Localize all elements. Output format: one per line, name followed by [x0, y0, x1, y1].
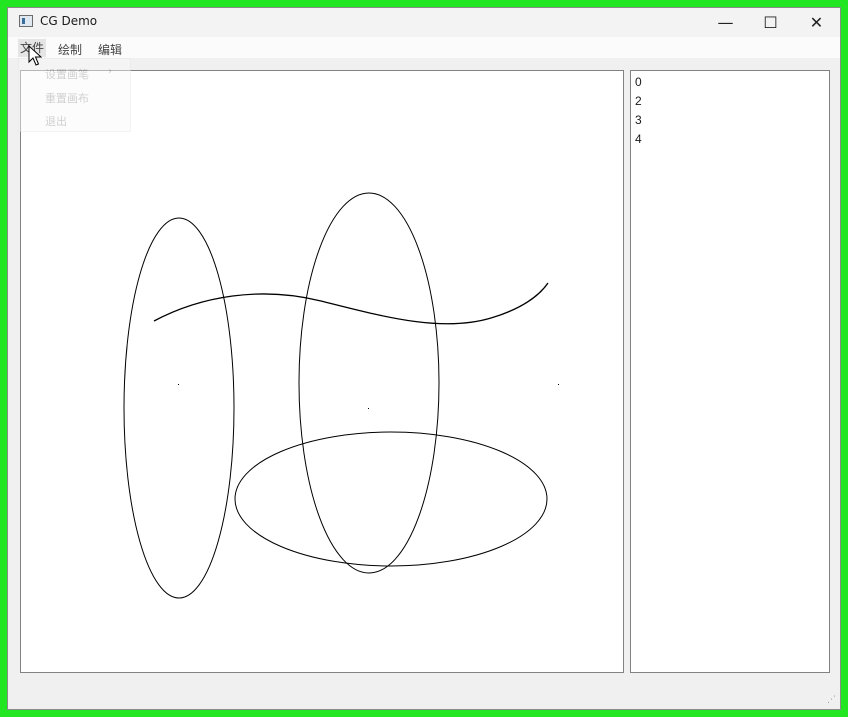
menu-bar: 文件 绘制 编辑: [8, 37, 840, 58]
menu-item-set-pen[interactable]: 设置画笔: [45, 66, 89, 82]
app-window: CG Demo — ☐ ✕ 文件 绘制 编辑 设置画笔 › 重置画布 退出 0 …: [7, 7, 841, 710]
file-dropdown-menu: 设置画笔 › 重置画布 退出: [18, 58, 131, 132]
ellipse-shape: [298, 192, 440, 574]
maximize-button[interactable]: ☐: [748, 8, 793, 37]
window-title: CG Demo: [40, 14, 98, 28]
minimize-button[interactable]: —: [703, 8, 748, 37]
point-shape: [178, 384, 179, 385]
ellipse-shape: [234, 431, 548, 567]
resize-grip-icon[interactable]: ⋰: [827, 695, 836, 705]
menu-item-exit[interactable]: 退出: [45, 113, 67, 129]
menu-edit[interactable]: 编辑: [98, 41, 122, 58]
list-item[interactable]: 2: [635, 94, 642, 108]
menu-draw[interactable]: 绘制: [58, 41, 82, 58]
point-shape: [558, 384, 559, 385]
list-item[interactable]: 0: [635, 75, 642, 89]
canvas-drawing: [123, 192, 559, 599]
list-item[interactable]: 3: [635, 113, 642, 127]
point-shape: [368, 408, 369, 409]
close-button[interactable]: ✕: [794, 8, 839, 37]
title-bar[interactable]: CG Demo — ☐ ✕: [8, 8, 840, 37]
mouse-cursor-icon: [28, 45, 42, 66]
curve-shape: [153, 282, 549, 325]
submenu-arrow-icon: ›: [108, 66, 112, 77]
shape-list-panel[interactable]: 0 2 3 4: [630, 70, 830, 673]
app-icon: [19, 15, 33, 27]
list-item[interactable]: 4: [635, 132, 642, 146]
drawing-canvas[interactable]: [20, 70, 624, 673]
ellipse-shape: [123, 217, 235, 599]
menu-item-reset-canvas[interactable]: 重置画布: [45, 90, 89, 106]
